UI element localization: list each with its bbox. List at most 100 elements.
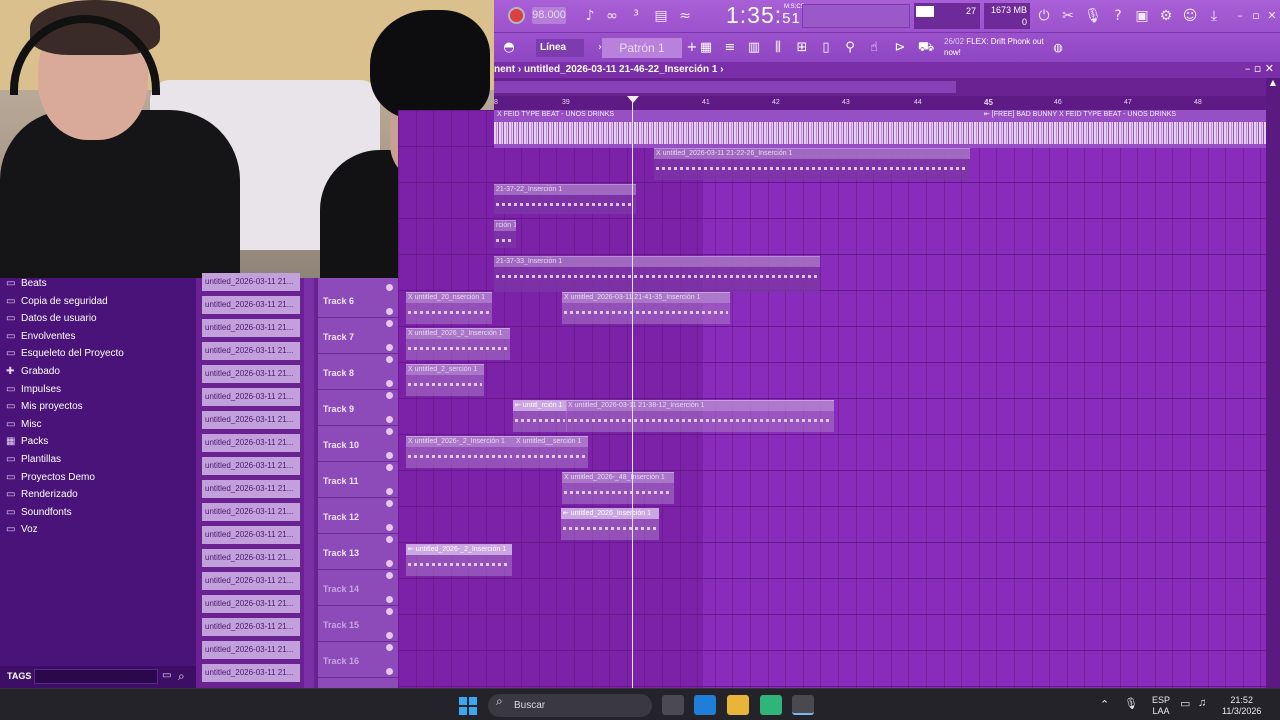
news-link-icon[interactable]: ◍	[1048, 38, 1068, 58]
track-mute-icon[interactable]	[386, 392, 393, 399]
browser-file[interactable]: untitled_2026-03-11 21...	[202, 549, 300, 567]
track-header[interactable]: Track 14	[318, 570, 398, 606]
vertical-scrollbar[interactable]: ▲	[1266, 78, 1280, 688]
track-mute-icon[interactable]	[386, 284, 393, 291]
fl-studio-icon[interactable]	[792, 695, 814, 715]
scroll-up-icon[interactable]: ▲	[1266, 78, 1280, 90]
plugin-picker-icon[interactable]: ⚲	[840, 38, 860, 58]
countdown-icon[interactable]: ³	[626, 6, 646, 26]
track-header[interactable]: Track 9	[318, 390, 398, 426]
search-icon[interactable]: ⌕	[178, 669, 185, 684]
audio-clip[interactable]: X untitled_2026-_2_Inserción 1	[406, 436, 514, 468]
wait-input-icon[interactable]: ≈	[675, 6, 695, 26]
taskbar-search[interactable]: ⌕ Buscar	[488, 694, 652, 717]
track-mute-icon[interactable]	[386, 608, 393, 615]
browser-file[interactable]: untitled_2026-03-11 21...	[202, 480, 300, 498]
plugin-icon[interactable]: ⚙	[1156, 6, 1176, 26]
track-mute-icon[interactable]	[386, 428, 393, 435]
snap-icon[interactable]: ◓	[499, 38, 519, 58]
browser-folder[interactable]: ▭ Mis proyectos	[6, 398, 83, 415]
audio-clip[interactable]: 21-37-22_Inserción 1	[494, 184, 636, 214]
browser-folder[interactable]: ▭ Soundfonts	[6, 504, 72, 521]
metronome-icon[interactable]: ♪	[580, 6, 600, 26]
audio-clip[interactable]: ⇤ untitled_2026-_2_Inserción 1	[406, 544, 512, 576]
audio-clip[interactable]: ⇤ untitled_2026_Inserción 1	[561, 508, 659, 540]
track-select-icon[interactable]	[386, 452, 393, 459]
browser-folder[interactable]: ▦ Packs	[6, 433, 48, 450]
audio-clip[interactable]: X untitled__serción 1	[514, 436, 588, 468]
track-mute-icon[interactable]	[386, 644, 393, 651]
browser-folder[interactable]: ▭ Esqueleto del Proyecto	[6, 345, 124, 362]
track-header[interactable]: Track 8	[318, 354, 398, 390]
track-mute-icon[interactable]	[386, 500, 393, 507]
audio-clip[interactable]: 21-37-33_Inserción 1	[494, 256, 820, 292]
download-icon[interactable]: ⤓	[1204, 6, 1224, 26]
mixer-icon[interactable]: ⫼	[768, 38, 788, 58]
browser-folder[interactable]: ▭ Renderizado	[6, 486, 78, 503]
power-icon[interactable]: ⏻	[1034, 6, 1054, 26]
browser-folder[interactable]: ▭ Beats	[6, 275, 47, 292]
timeline-ruler[interactable]: 8 39 41 42 43 44 45 46 47 48	[494, 96, 1266, 110]
track-header[interactable]: Track 7	[318, 318, 398, 354]
browser-folder[interactable]: ▭ Envolventes	[6, 328, 75, 345]
playlist-overview[interactable]	[494, 78, 1280, 96]
browser-folder[interactable]: ▭ Datos de usuario	[6, 310, 97, 327]
track-select-icon[interactable]	[386, 308, 393, 315]
volume-icon[interactable]: ♫	[1198, 697, 1206, 709]
track-mute-icon[interactable]	[386, 536, 393, 543]
track-mute-icon[interactable]	[386, 320, 393, 327]
chat-icon[interactable]: ☺	[1180, 6, 1200, 26]
playhead-marker-icon[interactable]	[627, 96, 639, 103]
audio-clip[interactable]: X untitled_2026-03-11 21-38-12_Inserción…	[566, 400, 834, 432]
browser-tree-icon[interactable]: ⊞	[792, 38, 812, 58]
track-header[interactable]: Track 13	[318, 534, 398, 570]
track-header[interactable]: Track 10	[318, 426, 398, 462]
language-indicator[interactable]: ESP LAA	[1152, 695, 1170, 717]
keyboard-icon[interactable]: ▤	[651, 6, 671, 26]
browser-file[interactable]: untitled_2026-03-11 21...	[202, 595, 300, 613]
track-select-icon[interactable]	[386, 668, 393, 675]
cart-icon[interactable]: ⛟	[916, 38, 936, 58]
browser-file[interactable]: untitled_2026-03-11 21...	[202, 273, 300, 291]
browser-folder[interactable]: ▭ Impulses	[6, 381, 61, 398]
project-icon[interactable]: ▯	[816, 38, 836, 58]
windows-start-icon[interactable]	[459, 697, 477, 715]
pattern-selector[interactable]: Patrón 1	[602, 38, 682, 58]
track-select-icon[interactable]	[386, 380, 393, 387]
browser-file[interactable]: untitled_2026-03-11 21...	[202, 618, 300, 636]
track-header[interactable]: Track 6	[318, 282, 398, 318]
tags-search-input[interactable]	[34, 669, 158, 684]
track-select-icon[interactable]	[386, 596, 393, 603]
track-header[interactable]: Track 15	[318, 606, 398, 642]
help-icon[interactable]: ?	[1108, 6, 1128, 26]
audio-clip[interactable]: X untitled_20_nserción 1	[406, 292, 492, 324]
track-select-icon[interactable]	[386, 416, 393, 423]
browser-file[interactable]: untitled_2026-03-11 21...	[202, 411, 300, 429]
browser-file[interactable]: untitled_2026-03-11 21...	[202, 296, 300, 314]
browser-folder[interactable]: ✚ Grabado	[6, 363, 60, 380]
audio-clip-main[interactable]: X FEID TYPE BEAT - UNOS DRINKS ⇤ [FREE] …	[494, 110, 1266, 148]
window-controls-icon[interactable]: – ▫ ✕	[1245, 62, 1274, 75]
cut-icon[interactable]: ✂	[1058, 6, 1078, 26]
browser-folder[interactable]: ▭ Misc	[6, 416, 42, 433]
audio-clip[interactable]: X untitled_2_serción 1	[406, 364, 484, 396]
file-explorer-icon[interactable]	[727, 695, 749, 715]
loop-record-icon[interactable]: ∞	[602, 6, 622, 26]
browser-file[interactable]: untitled_2026-03-11 21...	[202, 319, 300, 337]
piano-roll-icon[interactable]: ≡	[720, 38, 740, 58]
track-mute-icon[interactable]	[386, 572, 393, 579]
microphone-icon[interactable]: 🎙	[1083, 6, 1103, 26]
mic-tray-icon[interactable]: 🎙	[1124, 697, 1138, 710]
track-select-icon[interactable]	[386, 488, 393, 495]
track-select-icon[interactable]	[386, 560, 393, 567]
save-icon[interactable]: ▣	[1132, 6, 1152, 26]
snap-mode-select[interactable]: Línea	[536, 39, 584, 57]
track-select-icon[interactable]	[386, 632, 393, 639]
tray-expand-icon[interactable]: ⌃	[1100, 698, 1109, 711]
track-mute-icon[interactable]	[386, 464, 393, 471]
track-mute-icon[interactable]	[386, 356, 393, 363]
record-button[interactable]	[508, 7, 525, 24]
app-icon[interactable]	[760, 695, 782, 715]
browser-file[interactable]: untitled_2026-03-11 21...	[202, 457, 300, 475]
browser-file[interactable]: untitled_2026-03-11 21...	[202, 526, 300, 544]
